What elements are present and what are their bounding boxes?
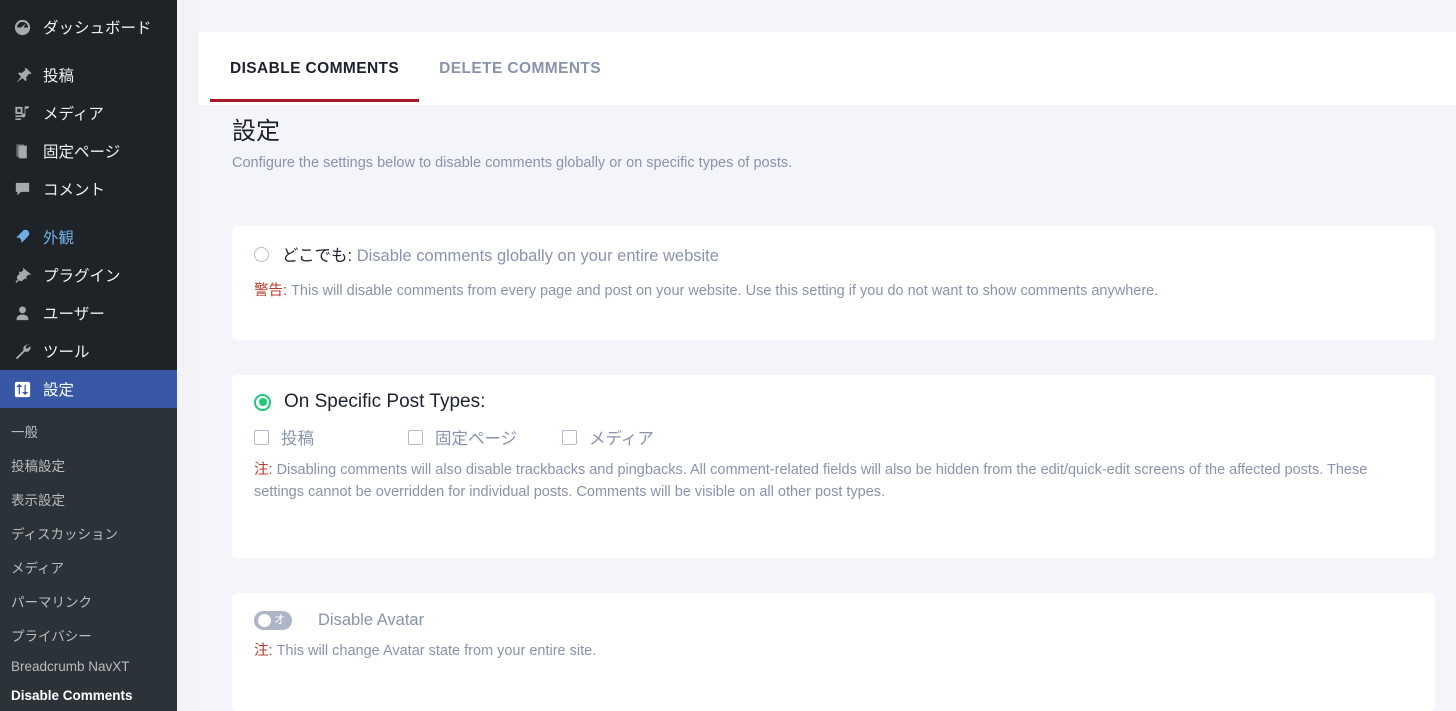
checkbox-attachment[interactable] <box>562 430 577 445</box>
checkbox-label-attachment: メディア <box>589 425 654 449</box>
sidebar-item-label: メディア <box>43 102 104 124</box>
sidebar-item-label: ツール <box>43 340 90 362</box>
radio-row-everywhere[interactable]: どこでも: Disable comments globally on your … <box>232 226 1435 266</box>
radio-row-specific-post-types[interactable]: On Specific Post Types: <box>232 375 1435 413</box>
sidebar-item-plugins[interactable]: プラグイン <box>0 256 177 294</box>
sidebar-item-comments[interactable]: コメント <box>0 170 177 208</box>
tab-label: DISABLE COMMENTS <box>230 60 399 78</box>
sidebar-item-label: コメント <box>43 178 105 200</box>
sidebar-item-label: 外観 <box>43 226 74 248</box>
page-title: 設定 <box>232 118 792 147</box>
post-type-checkbox-group: 投稿 固定ページ メディア <box>232 413 1435 449</box>
radio-specific-post-types[interactable] <box>254 394 271 411</box>
note-specific-post-types: 注: Disabling comments will also disable … <box>232 449 1435 504</box>
content-panel: DISABLE COMMENTS DELETE COMMENTS 設定 Conf… <box>199 0 1456 711</box>
settings-icon <box>11 379 33 399</box>
sidebar-item-media[interactable]: メディア <box>0 94 177 132</box>
submenu-item-disable-comments[interactable]: Disable Comments <box>0 681 177 710</box>
page-header-block: 設定 Configure the settings below to disab… <box>232 118 792 173</box>
submenu-item-privacy[interactable]: プライバシー <box>0 618 177 652</box>
checkbox-page[interactable] <box>408 430 423 445</box>
radio-everywhere[interactable] <box>254 247 269 262</box>
note-everywhere: 警告: This will disable comments from ever… <box>232 266 1435 302</box>
note-text: Disabling comments will also disable tra… <box>254 462 1367 500</box>
toggle-label-disable-avatar: Disable Avatar <box>318 611 424 630</box>
checkbox-label-post: 投稿 <box>281 425 314 449</box>
settings-submenu: 一般 投稿設定 表示設定 ディスカッション メディア パーマリンク プライバシー… <box>0 408 177 711</box>
toggle-row-disable-avatar[interactable]: オ Disable Avatar <box>232 593 1435 630</box>
note-disable-avatar: 注: This will change Avatar state from yo… <box>232 630 1435 662</box>
submenu-item-breadcrumb-navxt[interactable]: Breadcrumb NavXT <box>0 652 177 681</box>
note-text: This will disable comments from every pa… <box>291 283 1158 299</box>
main-area: DISABLE COMMENTS DELETE COMMENTS 設定 Conf… <box>177 0 1456 711</box>
submenu-item-general[interactable]: 一般 <box>0 414 177 448</box>
note-prefix: 注: <box>254 643 273 659</box>
left-gutter <box>177 0 199 711</box>
sidebar-item-label: プラグイン <box>43 264 121 286</box>
option-card-everywhere: どこでも: Disable comments globally on your … <box>232 226 1435 340</box>
sidebar-separator <box>0 208 177 218</box>
page-description: Configure the settings below to disable … <box>232 153 792 173</box>
submenu-item-discussion[interactable]: ディスカッション <box>0 516 177 550</box>
sidebar-item-users[interactable]: ユーザー <box>0 294 177 332</box>
page-icon <box>11 141 33 161</box>
checkbox-post[interactable] <box>254 430 269 445</box>
submenu-item-reading[interactable]: 表示設定 <box>0 482 177 516</box>
sidebar-item-label: ユーザー <box>43 302 105 324</box>
sidebar-item-posts[interactable]: 投稿 <box>0 56 177 94</box>
tab-bar: DISABLE COMMENTS DELETE COMMENTS <box>199 32 1456 105</box>
sidebar-item-pages[interactable]: 固定ページ <box>0 132 177 170</box>
appearance-icon <box>11 227 33 247</box>
checkbox-label-page: 固定ページ <box>435 425 517 449</box>
sidebar-item-tools[interactable]: ツール <box>0 332 177 370</box>
sidebar-item-settings[interactable]: 設定 <box>0 370 177 408</box>
submenu-item-writing[interactable]: 投稿設定 <box>0 448 177 482</box>
sidebar-item-label: ダッシュボード <box>43 16 152 38</box>
radio-label-jp: どこでも: <box>282 247 352 265</box>
radio-label-en-text: Disable comments globally on your entire… <box>357 247 719 265</box>
admin-screen: ダッシュボード 投稿 メディア <box>0 0 1456 711</box>
tools-icon <box>11 341 33 361</box>
submenu-item-permalinks[interactable]: パーマリンク <box>0 584 177 618</box>
sidebar-separator <box>0 46 177 56</box>
tab-delete-comments[interactable]: DELETE COMMENTS <box>419 32 621 105</box>
note-prefix: 注: <box>254 462 273 478</box>
note-text: This will change Avatar state from your … <box>277 643 597 659</box>
sidebar-item-label: 投稿 <box>43 64 74 86</box>
tab-list: DISABLE COMMENTS DELETE COMMENTS <box>199 32 621 105</box>
sidebar-item-appearance[interactable]: 外観 <box>0 218 177 256</box>
tab-label: DELETE COMMENTS <box>439 60 601 78</box>
tab-disable-comments[interactable]: DISABLE COMMENTS <box>210 32 419 105</box>
toggle-knob <box>258 614 271 627</box>
radio-label-specific-post-types: On Specific Post Types: <box>284 391 485 413</box>
option-card-specific-post-types: On Specific Post Types: 投稿 固定ページ メディア <box>232 375 1435 558</box>
submenu-item-media[interactable]: メディア <box>0 550 177 584</box>
media-icon <box>11 103 33 123</box>
option-card-disable-avatar: オ Disable Avatar 注: This will change Ava… <box>232 593 1435 711</box>
note-prefix: 警告: <box>254 283 287 299</box>
pin-icon <box>11 65 33 85</box>
checkbox-row-post[interactable]: 投稿 <box>254 425 408 449</box>
user-icon <box>11 303 33 323</box>
checkbox-row-page[interactable]: 固定ページ <box>408 425 562 449</box>
toggle-state-text: オ <box>274 615 285 626</box>
admin-sidebar: ダッシュボード 投稿 メディア <box>0 0 177 711</box>
checkbox-row-attachment[interactable]: メディア <box>562 425 654 449</box>
sidebar-item-label: 固定ページ <box>43 140 120 162</box>
plugin-icon <box>11 265 33 285</box>
radio-label-everywhere: どこでも: Disable comments globally on your … <box>282 242 719 266</box>
comment-icon <box>11 179 33 199</box>
dashboard-icon <box>11 17 33 37</box>
toggle-disable-avatar[interactable]: オ <box>254 611 292 630</box>
sidebar-item-label: 設定 <box>43 378 74 400</box>
sidebar-item-dashboard[interactable]: ダッシュボード <box>0 8 177 46</box>
